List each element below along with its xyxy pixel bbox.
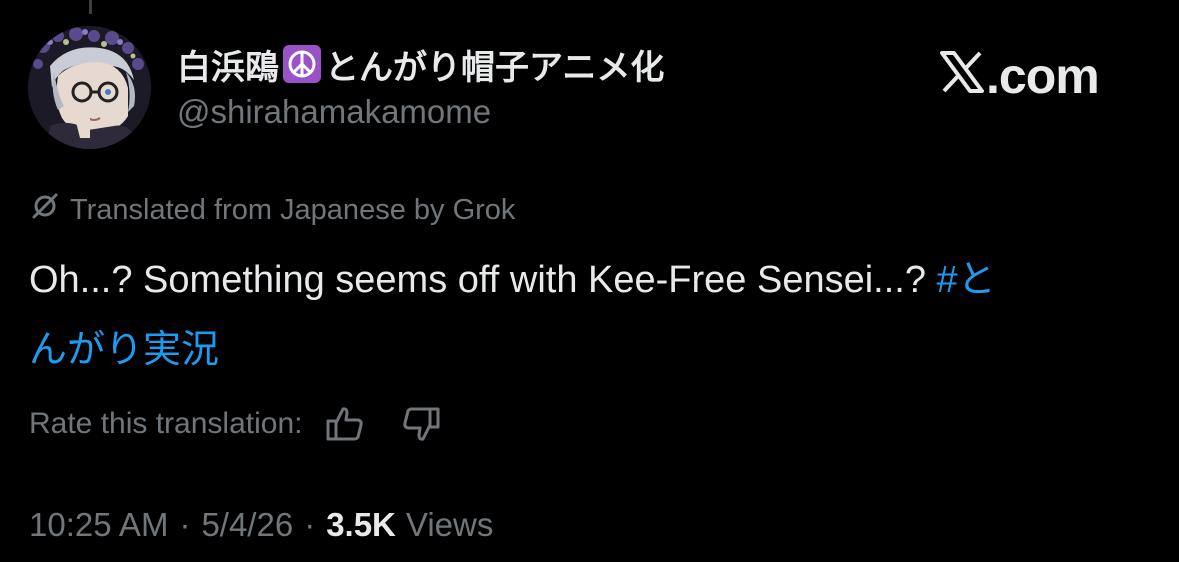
thumbs-down-icon [403, 407, 440, 441]
post-meta: 10:25 AM · 5/4/26 · 3.5K Views [29, 502, 493, 548]
post-text: Oh...? Something seems off with Kee-Free… [29, 259, 926, 301]
author-display-name[interactable]: 白浜鴎 とんがり帽子アニメ化 [177, 42, 665, 87]
post-body: Oh...? Something seems off with Kee-Free… [29, 245, 1009, 385]
meta-separator: · [304, 506, 316, 543]
thumbs-down-button[interactable] [400, 403, 442, 445]
post-time[interactable]: 10:25 AM [29, 506, 168, 544]
grok-icon [30, 191, 70, 229]
display-name-prefix: 白浜鴎 [177, 48, 279, 87]
meta-separator: · [179, 506, 191, 543]
translation-notice: Translated from Japanese by Grok [30, 190, 515, 230]
post-date[interactable]: 5/4/26 [201, 506, 293, 544]
avatar[interactable] [28, 26, 151, 149]
translation-label: Translated from Japanese by Grok [70, 193, 516, 226]
peace-symbol-icon [283, 45, 321, 83]
thumbs-up-icon [326, 407, 364, 441]
display-name-suffix: とんがり帽子アニメ化 [325, 48, 665, 87]
views-count[interactable]: 3.5K [326, 506, 396, 544]
avatar-image [28, 26, 151, 149]
brand-logo: .com [940, 47, 1100, 105]
views-label: Views [405, 506, 494, 543]
rate-translation-row: Rate this translation: [29, 402, 442, 446]
brand-text: .com [986, 48, 1100, 104]
thumbs-up-button[interactable] [324, 403, 366, 445]
rate-translation-label: Rate this translation: [29, 407, 303, 440]
author-handle[interactable]: @shirahamakamome [177, 93, 491, 131]
thread-line [89, 0, 92, 14]
x-logo-icon [940, 47, 984, 105]
